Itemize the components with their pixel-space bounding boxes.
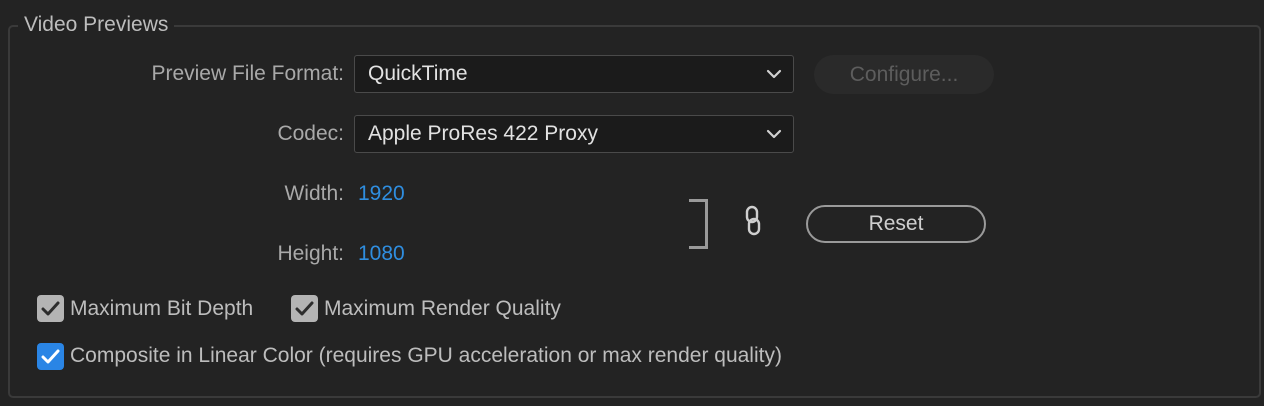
preview-file-format-label: Preview File Format:	[151, 62, 344, 85]
reset-button[interactable]: Reset	[806, 205, 986, 243]
checkmark-icon	[295, 301, 314, 316]
max-bit-depth-label[interactable]: Maximum Bit Depth	[70, 295, 253, 323]
configure-button[interactable]: Configure...	[814, 55, 994, 94]
width-label: Width:	[284, 182, 344, 205]
chain-link-icon[interactable]	[743, 205, 763, 237]
composite-linear-color-label[interactable]: Composite in Linear Color (requires GPU …	[70, 342, 782, 370]
preview-file-format-value: QuickTime	[368, 62, 468, 85]
height-label: Height:	[277, 242, 344, 265]
max-bit-depth-checkbox[interactable]	[37, 295, 64, 322]
width-value[interactable]: 1920	[358, 180, 405, 208]
preview-file-format-dropdown[interactable]: QuickTime	[354, 55, 794, 93]
checkmark-icon	[41, 349, 60, 364]
video-previews-panel: Video Previews Preview File Format: Quic…	[0, 0, 1264, 406]
codec-dropdown[interactable]: Apple ProRes 422 Proxy	[354, 115, 794, 153]
height-value[interactable]: 1080	[358, 240, 405, 268]
chevron-down-icon	[766, 129, 782, 139]
link-bracket	[689, 199, 708, 249]
chevron-down-icon	[766, 69, 782, 79]
codec-label: Codec:	[277, 122, 344, 145]
max-render-quality-checkbox[interactable]	[291, 295, 318, 322]
group-title: Video Previews	[18, 11, 175, 39]
max-render-quality-label[interactable]: Maximum Render Quality	[324, 295, 561, 323]
composite-linear-color-checkbox[interactable]	[37, 343, 64, 370]
checkmark-icon	[41, 301, 60, 316]
codec-value: Apple ProRes 422 Proxy	[368, 122, 598, 145]
